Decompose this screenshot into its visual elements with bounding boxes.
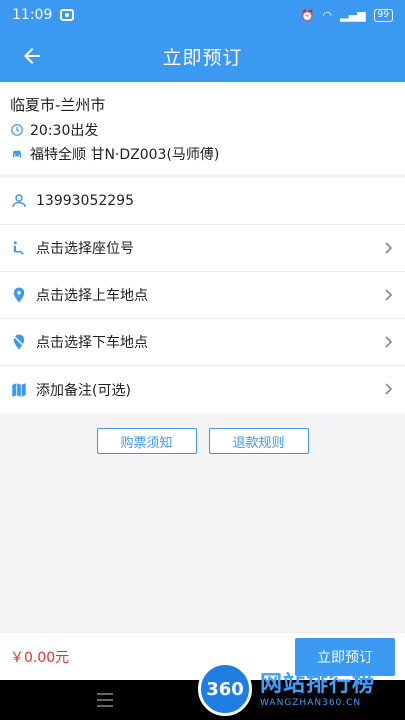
- location-off-icon: [10, 333, 28, 351]
- pickup-select-row[interactable]: 点击选择上车地点: [0, 272, 405, 319]
- booking-form-list: 13993052295 点击选择座位号 点击选择上车地点 点击选择下车地点 添加…: [0, 178, 405, 413]
- clock-icon: [11, 124, 23, 136]
- watermark-logo: 360 网站排行榜 WANGZHAN360.CN: [198, 658, 405, 720]
- notification-icon: [60, 9, 75, 21]
- pickup-select-label: 点击选择上车地点: [36, 288, 148, 304]
- person-icon: [10, 192, 28, 210]
- trip-info-card: 临夏市-兰州市 20:30出发 福特全顺 甘N·DZ003(马师傅): [0, 82, 405, 174]
- battery-icon: 99: [373, 8, 393, 22]
- car-icon: [12, 150, 22, 158]
- chevron-right-icon: [385, 383, 393, 395]
- location-pin-icon: [10, 286, 28, 304]
- watermark-subtitle: WANGZHAN360.CN: [260, 698, 362, 708]
- app-bar: 立即预订: [0, 30, 405, 82]
- signal-icon: ▂▄▆: [340, 8, 366, 22]
- status-time: 11:09: [12, 7, 53, 23]
- departure-row: 20:30出发: [10, 120, 395, 140]
- remark-label: 添加备注(可选): [36, 382, 131, 399]
- seat-icon: [10, 239, 28, 257]
- chevron-right-icon: [385, 289, 393, 301]
- phone-number: 13993052295: [36, 193, 134, 209]
- phone-row[interactable]: 13993052295: [0, 178, 405, 225]
- wifi-icon: ◠: [322, 8, 333, 22]
- dropoff-select-label: 点击选择下车地点: [36, 335, 148, 351]
- policy-links: 购票须知 退款规则: [0, 428, 405, 454]
- seat-select-row[interactable]: 点击选择座位号: [0, 225, 405, 272]
- trip-route: 临夏市-兰州市: [10, 96, 106, 114]
- alarm-icon: ⏰: [300, 8, 315, 22]
- chevron-right-icon: [385, 242, 393, 254]
- total-price: ￥0.00元: [10, 649, 70, 666]
- back-arrow-icon[interactable]: [20, 44, 44, 68]
- menu-icon[interactable]: [97, 693, 113, 707]
- departure-time: 20:30出发: [30, 123, 99, 139]
- ticket-notice-button[interactable]: 购票须知: [96, 428, 197, 454]
- watermark-title: 网站排行榜: [260, 672, 376, 697]
- vehicle-row: 福特全顺 甘N·DZ003(马师傅): [10, 144, 395, 164]
- chevron-right-icon: [385, 336, 393, 348]
- remark-row[interactable]: 添加备注(可选): [0, 366, 405, 413]
- page-title: 立即预订: [162, 46, 243, 69]
- vehicle-info: 福特全顺 甘N·DZ003(马师傅): [30, 147, 220, 163]
- seat-select-label: 点击选择座位号: [36, 241, 134, 257]
- status-bar: 11:09 ⏰ ◠ ▂▄▆ 99: [0, 0, 405, 30]
- watermark-badge: 360: [198, 662, 252, 716]
- map-icon: [10, 381, 28, 399]
- dropoff-select-row[interactable]: 点击选择下车地点: [0, 319, 405, 366]
- refund-rules-button[interactable]: 退款规则: [208, 428, 309, 454]
- status-icons: ⏰ ◠ ▂▄▆ 99: [300, 8, 393, 22]
